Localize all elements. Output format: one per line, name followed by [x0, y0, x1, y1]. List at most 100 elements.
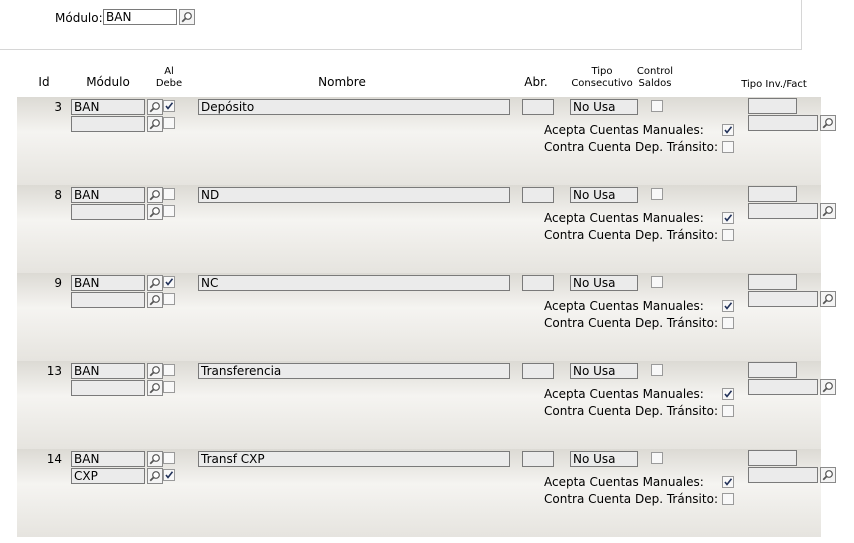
magnifier-icon — [149, 295, 160, 306]
tipo-inv-field[interactable] — [748, 98, 797, 114]
control-saldos-checkbox[interactable] — [651, 188, 663, 200]
al-debe-checkbox-1[interactable] — [163, 276, 175, 288]
module-1-lookup-button[interactable] — [147, 451, 163, 467]
tipo-fact-field[interactable] — [748, 203, 818, 219]
module-1-lookup-button[interactable] — [147, 275, 163, 291]
row-id: 3 — [54, 100, 62, 114]
al-debe-checkbox-1[interactable] — [163, 452, 175, 464]
module-field-1[interactable]: BAN — [71, 99, 145, 115]
module-1-lookup-button[interactable] — [147, 187, 163, 203]
magnifier-icon — [822, 118, 833, 129]
header-tipo-consecutivo-line1: Tipo — [591, 66, 613, 77]
nombre-field[interactable]: NC — [198, 275, 510, 291]
module-2-lookup-button[interactable] — [147, 116, 163, 132]
acepta-cuentas-manuales-label: Acepta Cuentas Manuales: — [544, 211, 704, 225]
module-field-1[interactable]: BAN — [71, 363, 145, 379]
acepta-cuentas-manuales-label: Acepta Cuentas Manuales: — [544, 387, 704, 401]
tipo-consecutivo-field[interactable]: No Usa — [570, 275, 638, 291]
filter-panel: Módulo: BAN — [0, 0, 802, 50]
module-field-1[interactable]: BAN — [71, 451, 145, 467]
module-2-lookup-button[interactable] — [147, 204, 163, 220]
module-field-1[interactable]: BAN — [71, 187, 145, 203]
contra-cuenta-dep-transito-checkbox[interactable] — [722, 317, 734, 329]
abr-field[interactable] — [522, 187, 554, 203]
magnifier-icon — [149, 454, 160, 465]
nombre-field[interactable]: Depósito — [198, 99, 510, 115]
contra-cuenta-dep-transito-checkbox[interactable] — [722, 493, 734, 505]
acepta-cuentas-manuales-label: Acepta Cuentas Manuales: — [544, 475, 704, 489]
module-filter-label: Módulo: — [55, 11, 103, 25]
tipo-inv-field[interactable] — [748, 186, 797, 202]
acepta-cuentas-manuales-checkbox[interactable] — [722, 124, 734, 136]
abr-field[interactable] — [522, 451, 554, 467]
nombre-field[interactable]: Transferencia — [198, 363, 510, 379]
header-control-saldos-line2: Saldos — [638, 78, 672, 89]
module-field-1[interactable]: BAN — [71, 275, 145, 291]
nombre-field[interactable]: Transf CXP — [198, 451, 510, 467]
tipo-fact-lookup-button[interactable] — [820, 467, 836, 483]
module-filter-lookup-button[interactable] — [179, 9, 195, 25]
tipo-consecutivo-field[interactable]: No Usa — [570, 451, 638, 467]
tipo-fact-lookup-button[interactable] — [820, 203, 836, 219]
module-field-2[interactable] — [71, 116, 145, 132]
module-field-2[interactable] — [71, 204, 145, 220]
acepta-cuentas-manuales-checkbox[interactable] — [722, 212, 734, 224]
checkmark-icon — [165, 278, 174, 286]
tipo-inv-field[interactable] — [748, 450, 797, 466]
tipo-fact-field[interactable] — [748, 291, 818, 307]
header-control-saldos-line1: Control — [636, 66, 674, 77]
tipo-fact-field[interactable] — [748, 379, 818, 395]
tipo-fact-field[interactable] — [748, 115, 818, 131]
nombre-field[interactable]: ND — [198, 187, 510, 203]
tipo-fact-field[interactable] — [748, 467, 818, 483]
acepta-cuentas-manuales-label: Acepta Cuentas Manuales: — [544, 299, 704, 313]
al-debe-checkbox-1[interactable] — [163, 100, 175, 112]
acepta-cuentas-manuales-checkbox[interactable] — [722, 300, 734, 312]
magnifier-icon — [149, 471, 160, 482]
module-2-lookup-button[interactable] — [147, 380, 163, 396]
module-2-lookup-button[interactable] — [147, 468, 163, 484]
module-field-2[interactable]: CXP — [71, 468, 145, 484]
tipo-inv-field[interactable] — [748, 362, 797, 378]
acepta-cuentas-manuales-checkbox[interactable] — [722, 476, 734, 488]
tipo-fact-lookup-button[interactable] — [820, 115, 836, 131]
checkmark-icon — [724, 390, 733, 398]
abr-field[interactable] — [522, 99, 554, 115]
al-debe-checkbox-1[interactable] — [163, 188, 175, 200]
contra-cuenta-dep-transito-checkbox[interactable] — [722, 141, 734, 153]
al-debe-checkbox-2[interactable] — [163, 381, 175, 393]
control-saldos-checkbox[interactable] — [651, 452, 663, 464]
contra-cuenta-dep-transito-checkbox[interactable] — [722, 405, 734, 417]
al-debe-checkbox-2[interactable] — [163, 469, 175, 481]
control-saldos-checkbox[interactable] — [651, 276, 663, 288]
tipo-consecutivo-field[interactable]: No Usa — [570, 363, 638, 379]
header-tipo-consecutivo-line2: Consecutivo — [571, 78, 633, 89]
al-debe-checkbox-2[interactable] — [163, 205, 175, 217]
module-1-lookup-button[interactable] — [147, 99, 163, 115]
magnifier-icon — [149, 190, 160, 201]
tipo-consecutivo-field[interactable]: No Usa — [570, 187, 638, 203]
row-id: 9 — [54, 276, 62, 290]
header-al-debe-line1: Al — [164, 66, 174, 77]
tipo-fact-lookup-button[interactable] — [820, 291, 836, 307]
acepta-cuentas-manuales-checkbox[interactable] — [722, 388, 734, 400]
control-saldos-checkbox[interactable] — [651, 100, 663, 112]
al-debe-checkbox-2[interactable] — [163, 117, 175, 129]
control-saldos-checkbox[interactable] — [651, 364, 663, 376]
tipo-consecutivo-field[interactable]: No Usa — [570, 99, 638, 115]
acepta-cuentas-manuales-label: Acepta Cuentas Manuales: — [544, 123, 704, 137]
module-2-lookup-button[interactable] — [147, 292, 163, 308]
tipo-inv-field[interactable] — [748, 274, 797, 290]
module-filter-input[interactable]: BAN — [103, 9, 177, 25]
magnifier-icon — [149, 119, 160, 130]
abr-field[interactable] — [522, 363, 554, 379]
magnifier-icon — [149, 207, 160, 218]
abr-field[interactable] — [522, 275, 554, 291]
al-debe-checkbox-1[interactable] — [163, 364, 175, 376]
module-field-2[interactable] — [71, 380, 145, 396]
module-field-2[interactable] — [71, 292, 145, 308]
contra-cuenta-dep-transito-checkbox[interactable] — [722, 229, 734, 241]
module-1-lookup-button[interactable] — [147, 363, 163, 379]
tipo-fact-lookup-button[interactable] — [820, 379, 836, 395]
al-debe-checkbox-2[interactable] — [163, 293, 175, 305]
